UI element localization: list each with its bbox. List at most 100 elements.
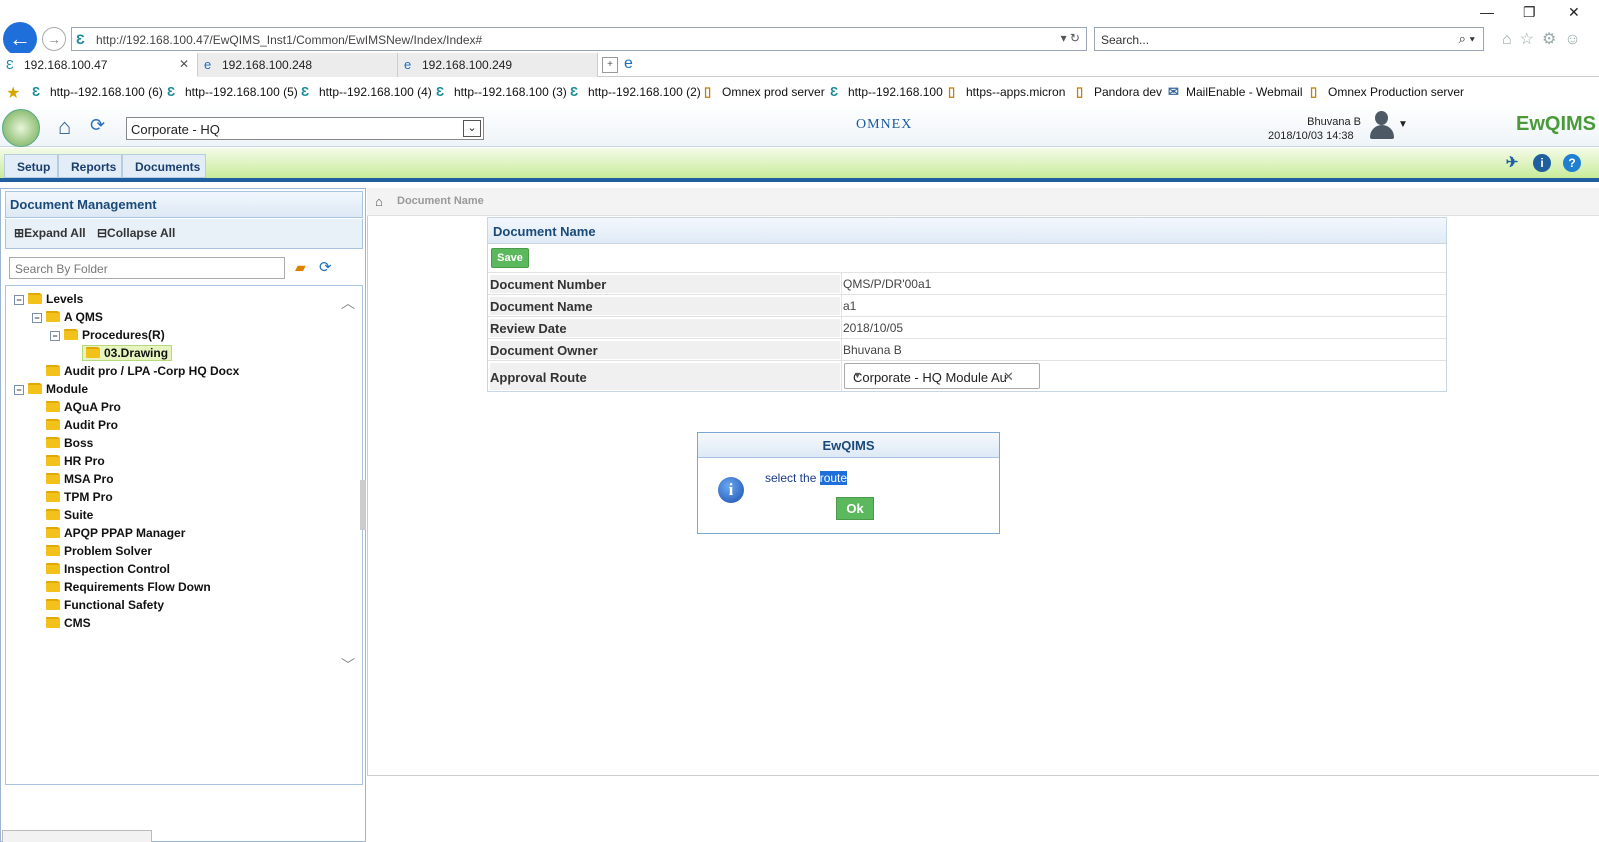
avatar[interactable] [1369, 111, 1395, 141]
site-favicon-icon: Ɛ [76, 31, 85, 47]
tree-node[interactable]: Requirements Flow Down [46, 580, 211, 598]
folder-tree: − Levels − A QMS − Procedures(R) 03.Drawing… [5, 285, 363, 785]
document-number-value: QMS/P/DR'00a1 [843, 277, 932, 291]
tree-node[interactable]: Boss [46, 436, 93, 454]
chevron-down-icon[interactable]: ⌄ [463, 120, 481, 137]
browser-search-input[interactable]: Search... ⌕ ▾ [1094, 27, 1484, 51]
browser-chrome: ← → Ɛ http://192.168.100.47/EwQIMS_Inst1… [0, 0, 1599, 56]
address-bar[interactable]: Ɛ http://192.168.100.47/EwQIMS_Inst1/Com… [71, 27, 1087, 51]
menu-setup[interactable]: Setup [4, 154, 58, 178]
form-row: Document Number QMS/P/DR'00a1 [488, 272, 1446, 294]
refresh-icon[interactable]: ▾ ↻ [1061, 31, 1080, 45]
info-icon[interactable]: i [1533, 154, 1551, 172]
tree-node[interactable]: MSA Pro [46, 472, 114, 490]
forward-button[interactable]: → [42, 27, 66, 51]
close-tab-icon[interactable]: ✕ [179, 57, 189, 71]
ie-icon[interactable]: e [624, 55, 644, 75]
scroll-up-icon[interactable]: ︿ [341, 293, 355, 313]
favorite-item[interactable]: Ɛhttp--192.168.100 (6) [32, 84, 163, 99]
menu-reports[interactable]: Reports [58, 154, 122, 178]
omnex-logo: OMNEX [856, 117, 913, 132]
expand-all-button[interactable]: ⊞Expand All [14, 226, 90, 240]
ok-button[interactable]: Ok [836, 497, 874, 520]
favorite-item[interactable]: ▯ Omnex Production server [1310, 84, 1464, 99]
document-management-panel: Document Management ⊞Expand All ⊟Collaps… [0, 188, 366, 842]
tree-node[interactable]: Functional Safety [46, 598, 164, 616]
tree-node[interactable]: − Levels [14, 292, 83, 310]
tree-node[interactable]: Inspection Control [46, 562, 170, 580]
pin-icon[interactable]: ✈ [1503, 154, 1521, 172]
favorite-item[interactable]: Ɛhttp--192.168.100 (5) [167, 84, 298, 99]
back-button[interactable]: ← [3, 22, 37, 56]
alert-dialog: EwQIMS i select the route Ok [697, 432, 1000, 534]
date-time: 2018/10/03 14:38 [1268, 130, 1354, 142]
tree-node[interactable]: HR Pro [46, 454, 105, 472]
tab-1[interactable]: Ɛ 192.168.100.47 ✕ [0, 53, 198, 77]
tree-node[interactable]: Suite [46, 508, 93, 526]
help-icon[interactable]: ? [1563, 154, 1581, 172]
home-icon[interactable]: ⌂ [58, 114, 71, 140]
tree-node[interactable]: − A QMS [32, 310, 103, 328]
site-favicon-icon: Ɛ [6, 57, 14, 72]
favorites-star-icon[interactable]: ★ [6, 83, 20, 103]
form-title: Document Name [488, 218, 1446, 244]
search-icon[interactable]: ⌕ ▾ [1459, 31, 1475, 47]
save-button[interactable]: Save [491, 248, 529, 268]
favorites-bar: ★ Ɛhttp--192.168.100 (6) Ɛhttp--192.168.… [0, 78, 1599, 104]
favorite-item[interactable]: Ɛhttp--192.168.100 [830, 84, 943, 99]
favorite-item[interactable]: Ɛhttp--192.168.100 (2) [570, 84, 701, 99]
tree-actions: ⊞Expand All ⊟Collapse All [5, 219, 363, 249]
scroll-down-icon[interactable]: ﹀ [341, 655, 355, 675]
document-form: Document Name Save Document Number QMS/P… [487, 217, 1447, 392]
tab-2[interactable]: e 192.168.100.248 [198, 53, 398, 77]
chevron-down-icon[interactable]: ▼ [853, 370, 1031, 380]
tree-node[interactable]: Audit Pro [46, 418, 118, 436]
favorite-item[interactable]: ▯ Pandora dev [1076, 84, 1162, 99]
form-row: Approval Route Corporate - HQ Module Au … [488, 360, 1446, 391]
review-date-value: 2018/10/05 [843, 321, 904, 335]
favorite-item[interactable]: Ɛhttp--192.168.100 (4) [301, 84, 432, 99]
dialog-title: EwQIMS [698, 433, 999, 458]
approval-route-select[interactable]: Corporate - HQ Module Au ✕ ▼ [844, 363, 1040, 389]
tab-3[interactable]: e 192.168.100.249 [398, 53, 598, 77]
tree-node[interactable]: Audit pro / LPA -Corp HQ Docx [46, 364, 239, 382]
menu-documents[interactable]: Documents [122, 154, 206, 178]
chevron-down-icon[interactable]: ▼ [1398, 119, 1408, 130]
address-url[interactable]: http://192.168.100.47/EwQIMS_Inst1/Commo… [96, 33, 482, 47]
main-menu: Setup Reports Documents ✈ i ? [0, 148, 1599, 182]
refresh-icon[interactable]: ⟳ [90, 115, 105, 136]
panel-splitter[interactable] [360, 480, 366, 530]
favorite-item[interactable]: ▯ Omnex prod server [704, 84, 825, 99]
dialog-message: select the route [765, 471, 848, 485]
document-name-value: a1 [843, 299, 857, 313]
tree-node[interactable]: AQuA Pro [46, 400, 121, 418]
breadcrumb-current: Document Name [397, 195, 484, 207]
folder-search-input[interactable]: Search By Folder [9, 257, 285, 279]
document-owner-value: Bhuvana B [843, 343, 902, 357]
restore-icon[interactable]: ❐ [1523, 4, 1536, 21]
home-icon[interactable]: ⌂ [375, 194, 383, 209]
tree-node[interactable]: − Module [14, 382, 88, 400]
bottom-tab[interactable] [2, 830, 152, 842]
favorite-item[interactable]: ▯ https--apps.micron [948, 84, 1065, 99]
favorite-item[interactable]: ✉ MailEnable - Webmail [1168, 84, 1303, 99]
ie-icon: e [204, 57, 212, 72]
collapse-all-button[interactable]: ⊟Collapse All [97, 226, 179, 240]
site-select[interactable]: Corporate - HQ ⌄ [126, 117, 484, 140]
tree-node[interactable]: TPM Pro [46, 490, 113, 508]
tree-node-selected[interactable]: 03.Drawing [82, 345, 173, 364]
close-icon[interactable]: ✕ [1568, 4, 1580, 21]
favorite-item[interactable]: Ɛhttp--192.168.100 (3) [436, 84, 567, 99]
tab-strip: Ɛ 192.168.100.47 ✕ e 192.168.100.248 e 1… [0, 53, 1599, 77]
tree-node[interactable]: − Procedures(R) [50, 328, 165, 346]
tree-node[interactable]: APQP PPAP Manager [46, 526, 185, 544]
toolbar-icons[interactable]: ⌂☆⚙☺ [1502, 29, 1589, 49]
refresh-icon[interactable]: ⟳ [319, 258, 332, 276]
minimize-icon[interactable]: — [1480, 4, 1494, 20]
tree-node[interactable]: CMS [46, 616, 91, 634]
new-tab-icon[interactable]: + [602, 57, 618, 73]
info-icon: i [718, 477, 744, 503]
app-logo-icon[interactable] [2, 109, 40, 147]
tree-node[interactable]: Problem Solver [46, 544, 152, 562]
folder-search-icon[interactable]: ▰ [295, 259, 306, 276]
